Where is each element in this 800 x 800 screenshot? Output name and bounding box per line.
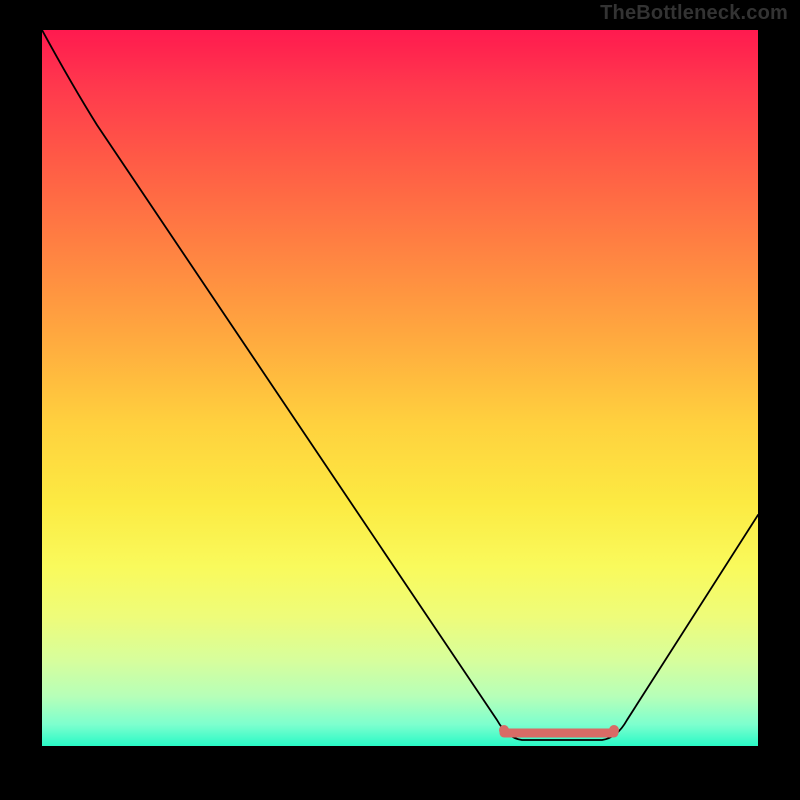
optimal-range-start <box>499 725 509 735</box>
bottleneck-curve <box>42 30 758 740</box>
watermark-text: TheBottleneck.com <box>600 2 788 25</box>
curve-svg <box>42 30 758 746</box>
optimal-range-end <box>609 725 619 735</box>
chart-stage: TheBottleneck.com <box>0 0 800 800</box>
plot-area <box>42 30 758 746</box>
